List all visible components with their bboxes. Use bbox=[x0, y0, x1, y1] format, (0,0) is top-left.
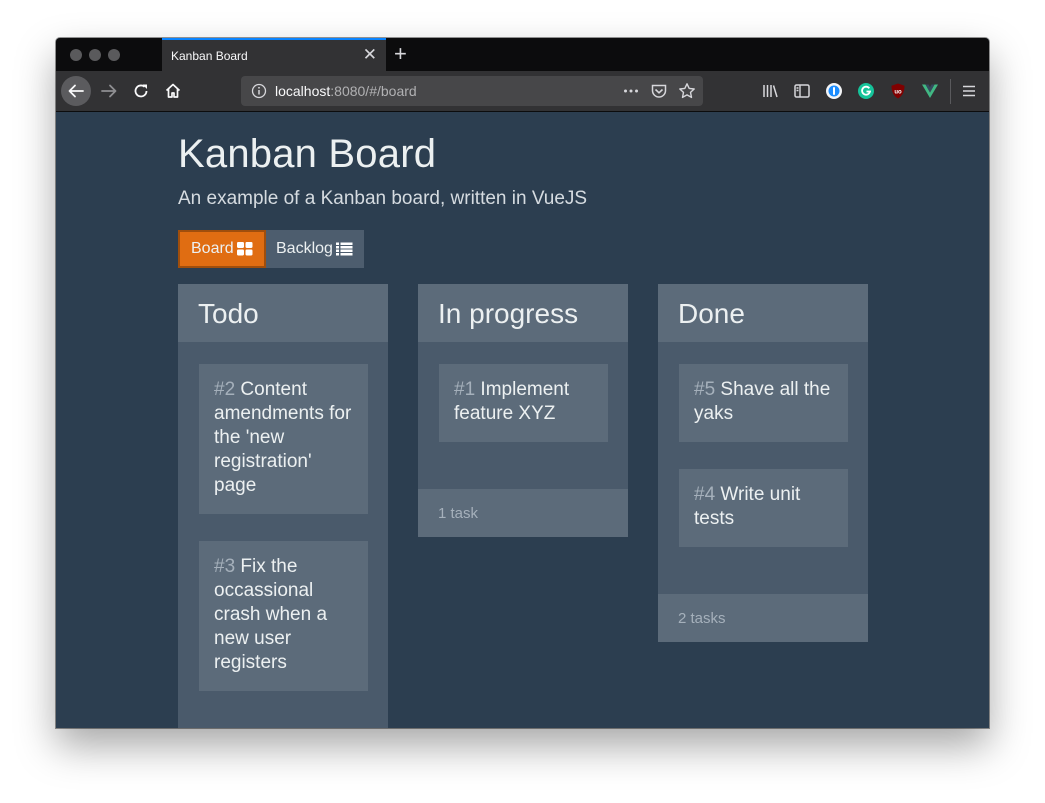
task-card[interactable]: #3 Fix the occassional crash when a new … bbox=[199, 541, 368, 691]
list-icon bbox=[335, 242, 353, 256]
column-todo: Todo #2 Content amendments for the 'new … bbox=[178, 284, 388, 728]
task-text: Shave all the yaks bbox=[694, 379, 831, 424]
column-body: #1 Implement feature XYZ bbox=[418, 342, 628, 489]
tab-strip: Kanban Board ✕ + bbox=[56, 38, 989, 71]
grid-icon bbox=[236, 242, 253, 256]
url-path: :8080/#/board bbox=[330, 83, 417, 99]
window-zoom-dot[interactable] bbox=[108, 49, 120, 61]
column-title: Todo bbox=[178, 284, 388, 342]
board-button-label: Board bbox=[191, 240, 234, 257]
column-done: Done #5 Shave all the yaks #4 Write unit… bbox=[658, 284, 868, 642]
pocket-icon[interactable] bbox=[650, 82, 668, 100]
navigation-bar: localhost:8080/#/board uo bbox=[56, 71, 989, 112]
task-number: #2 bbox=[214, 379, 236, 400]
board-button[interactable]: Board bbox=[178, 230, 266, 268]
sidebar-icon[interactable] bbox=[792, 81, 812, 101]
column-task-count: 1 task bbox=[418, 489, 628, 537]
browser-tab[interactable]: Kanban Board ✕ bbox=[162, 38, 386, 71]
task-number: #1 bbox=[454, 379, 476, 400]
page-content: Kanban Board An example of a Kanban boar… bbox=[56, 112, 989, 728]
task-number: #5 bbox=[694, 379, 716, 400]
svg-text:uo: uo bbox=[894, 90, 902, 96]
extension-1password-icon[interactable] bbox=[824, 81, 844, 101]
task-number: #3 bbox=[214, 556, 236, 577]
task-text: Content amendments for the 'new registra… bbox=[214, 379, 352, 496]
home-icon[interactable] bbox=[158, 76, 188, 106]
window-close-dot[interactable] bbox=[70, 49, 82, 61]
extension-ublock-icon[interactable]: uo bbox=[888, 81, 908, 101]
tab-close-icon[interactable]: ✕ bbox=[363, 45, 377, 65]
page-subtitle: An example of a Kanban board, written in… bbox=[178, 188, 588, 209]
url-bar[interactable]: localhost:8080/#/board bbox=[241, 76, 703, 106]
browser-window: Kanban Board ✕ + localhost:8080/#/board bbox=[56, 38, 989, 728]
url-text[interactable]: localhost:8080/#/board bbox=[275, 83, 417, 99]
reload-icon[interactable] bbox=[126, 76, 156, 106]
tab-title: Kanban Board bbox=[171, 49, 248, 63]
task-number: #4 bbox=[694, 484, 716, 505]
backlog-button[interactable]: Backlog bbox=[266, 230, 364, 268]
url-host: localhost bbox=[275, 83, 331, 99]
column-in-progress: In progress #1 Implement feature XYZ 1 t… bbox=[418, 284, 628, 537]
info-icon[interactable] bbox=[251, 83, 267, 99]
bookmark-star-icon[interactable] bbox=[678, 82, 696, 100]
column-task-count: 2 tasks bbox=[658, 594, 868, 642]
more-icon[interactable] bbox=[622, 82, 640, 100]
column-body: #5 Shave all the yaks #4 Write unit test… bbox=[658, 342, 868, 594]
back-icon[interactable] bbox=[61, 76, 91, 106]
window-minimize-dot[interactable] bbox=[89, 49, 101, 61]
backlog-button-label: Backlog bbox=[276, 240, 333, 257]
toolbar-divider bbox=[950, 79, 951, 104]
forward-icon[interactable] bbox=[94, 76, 124, 106]
task-card[interactable]: #5 Shave all the yaks bbox=[679, 364, 848, 442]
column-body: #2 Content amendments for the 'new regis… bbox=[178, 342, 388, 691]
task-card[interactable]: #4 Write unit tests bbox=[679, 469, 848, 547]
column-title: In progress bbox=[418, 284, 628, 342]
new-tab-icon[interactable]: + bbox=[394, 41, 407, 67]
task-card[interactable]: #2 Content amendments for the 'new regis… bbox=[199, 364, 368, 514]
library-icon[interactable] bbox=[760, 81, 780, 101]
extension-grammarly-icon[interactable] bbox=[856, 81, 876, 101]
menu-icon[interactable] bbox=[959, 81, 979, 101]
task-card[interactable]: #1 Implement feature XYZ bbox=[439, 364, 608, 442]
extension-vue-icon[interactable] bbox=[920, 81, 940, 101]
page-title: Kanban Board bbox=[178, 132, 437, 176]
column-title: Done bbox=[658, 284, 868, 342]
